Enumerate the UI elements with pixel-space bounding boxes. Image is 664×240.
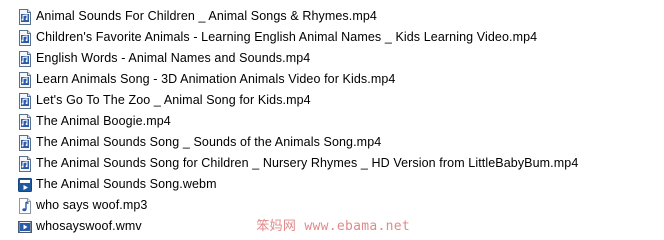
file-name: whosayswoof.wmv [36,219,142,233]
file-name: The Animal Sounds Song _ Sounds of the A… [36,135,382,149]
file-name: Let's Go To The Zoo _ Animal Song for Ki… [36,93,311,107]
file-name: Children's Favorite Animals - Learning E… [36,30,538,44]
audio-file-icon [19,197,31,214]
file-name: The Animal Sounds Song for Children _ Nu… [36,156,579,170]
file-name: English Words - Animal Names and Sounds.… [36,51,311,65]
file-item[interactable]: who says woof.mp3 [18,195,658,216]
video-file-icon [19,92,31,109]
file-name: Learn Animals Song - 3D Animation Animal… [36,72,396,86]
video-file-icon [19,155,31,172]
file-name: Animal Sounds For Children _ Animal Song… [36,9,377,23]
video-file-icon [19,113,31,130]
video-file-icon [19,71,31,88]
video-file-icon [19,29,31,46]
file-item[interactable]: Let's Go To The Zoo _ Animal Song for Ki… [18,90,658,111]
file-item[interactable]: The Animal Sounds Song.webm [18,174,658,195]
file-item[interactable]: whosayswoof.wmv [18,216,658,237]
file-item[interactable]: Animal Sounds For Children _ Animal Song… [18,6,658,27]
file-name: The Animal Boogie.mp4 [36,114,171,128]
wmv-file-icon [18,220,32,233]
file-list: Animal Sounds For Children _ Animal Song… [18,6,658,237]
file-item[interactable]: English Words - Animal Names and Sounds.… [18,48,658,69]
file-name: who says woof.mp3 [36,198,148,212]
video-file-icon [19,50,31,67]
video-file-icon [19,8,31,25]
file-item[interactable]: The Animal Sounds Song for Children _ Nu… [18,153,658,174]
video-file-icon [19,134,31,151]
file-item[interactable]: The Animal Boogie.mp4 [18,111,658,132]
file-item[interactable]: Learn Animals Song - 3D Animation Animal… [18,69,658,90]
file-item[interactable]: The Animal Sounds Song _ Sounds of the A… [18,132,658,153]
file-item[interactable]: Children's Favorite Animals - Learning E… [18,27,658,48]
file-name: The Animal Sounds Song.webm [36,177,217,191]
webm-file-icon [18,177,32,192]
